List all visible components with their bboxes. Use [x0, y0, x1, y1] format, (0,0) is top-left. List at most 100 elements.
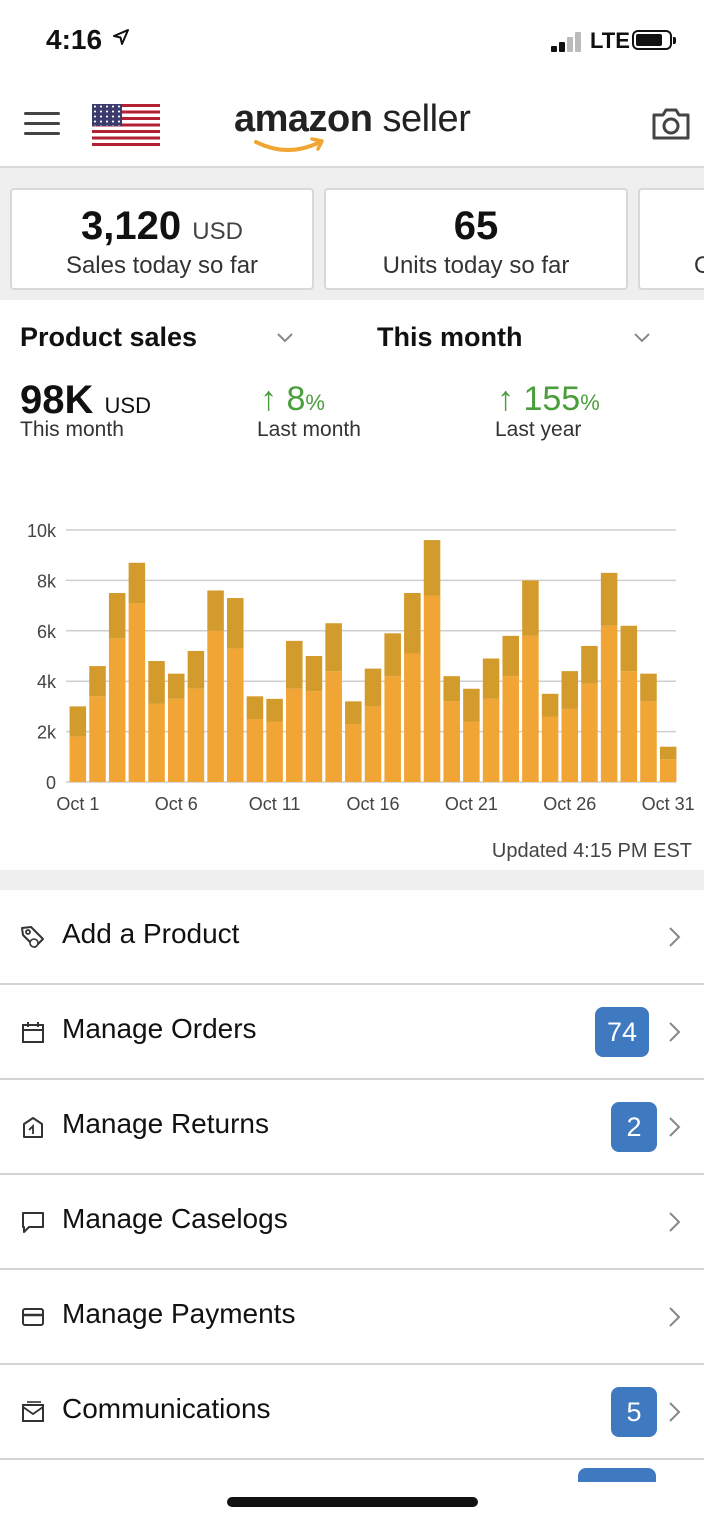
app-header: amazon seller — [0, 84, 704, 168]
bar-upper — [522, 580, 539, 636]
bar-lower — [226, 648, 244, 782]
amazon-smile-icon — [254, 137, 324, 152]
bar-lower — [541, 716, 559, 782]
period-dropdown[interactable]: This month — [377, 322, 522, 353]
chevron-right-icon — [669, 1022, 681, 1042]
status-time: 4:16 — [46, 24, 103, 55]
bar-upper — [423, 540, 441, 596]
bar-lower — [659, 759, 677, 782]
y-tick-label: 10k — [27, 521, 57, 541]
bar-lower — [286, 688, 303, 782]
bar-lower — [108, 638, 126, 782]
metric-dropdown[interactable]: Product sales — [20, 322, 197, 353]
home-indicator[interactable] — [227, 1497, 478, 1507]
card-icon — [22, 1308, 44, 1326]
sales-today-label: Sales today so far — [65, 252, 259, 279]
chevron-right-icon — [669, 1307, 681, 1327]
bar-upper — [187, 650, 205, 689]
bar-upper — [246, 696, 264, 719]
chevron-right-icon — [669, 1402, 681, 1422]
status-bar: 4:16 LTE — [0, 0, 704, 84]
signal-icon — [551, 32, 585, 52]
menu-manage-returns[interactable]: Manage Returns 2 — [0, 1080, 704, 1175]
bar-upper — [108, 593, 126, 639]
orders-count-badge: 74 — [595, 1007, 650, 1057]
bar-lower — [482, 698, 500, 782]
bar-lower — [581, 683, 598, 782]
bar-lower — [561, 708, 579, 782]
bar-upper — [502, 635, 520, 677]
message-icon — [22, 1212, 44, 1233]
bar-upper — [207, 590, 224, 631]
amazon-seller-logo: amazon seller — [234, 98, 471, 141]
menu-label: Manage Caselogs — [62, 1203, 288, 1234]
menu-add-product[interactable]: Add a Product — [0, 890, 704, 985]
bar-upper — [659, 746, 677, 760]
menu-manage-payments[interactable]: Manage Payments — [0, 1270, 704, 1365]
y-tick-label: 2k — [37, 723, 57, 743]
bar-lower — [502, 676, 520, 782]
bar-upper — [89, 666, 106, 697]
bar-lower — [404, 653, 421, 782]
bar-lower — [266, 721, 283, 782]
bar-upper — [482, 658, 500, 699]
bar-lower — [207, 630, 224, 782]
bar-upper — [364, 668, 382, 707]
bar-upper — [69, 706, 87, 737]
bar-upper — [541, 693, 559, 717]
location-arrow-icon — [112, 26, 130, 52]
bar-lower — [305, 691, 323, 782]
chevron-down-icon[interactable] — [633, 328, 651, 346]
y-tick-label: 0 — [46, 773, 56, 793]
menu-communications[interactable]: Communications 5 — [0, 1365, 704, 1460]
x-tick-label: Oct 1 — [56, 794, 99, 814]
menu-manage-caselogs[interactable]: Manage Caselogs — [0, 1175, 704, 1270]
up-arrow-icon: ↑ — [260, 380, 277, 418]
us-flag-icon[interactable] — [92, 104, 160, 146]
partial-card[interactable]: O — [638, 188, 704, 290]
bar-upper — [148, 661, 165, 704]
bar-upper — [305, 656, 323, 692]
return-box-icon — [23, 1117, 43, 1138]
tag-icon — [21, 926, 44, 948]
bar-upper — [384, 633, 401, 677]
updated-timestamp: Updated 4:15 PM EST — [491, 840, 692, 862]
menu-manage-orders[interactable]: Manage Orders 74 — [0, 985, 704, 1080]
chevron-right-icon — [669, 1117, 681, 1137]
bar-lower — [187, 688, 205, 782]
network-type: LTE — [590, 28, 630, 53]
x-tick-label: Oct 11 — [249, 794, 301, 814]
current-period-label: This month — [20, 418, 124, 441]
bar-lower — [423, 595, 441, 782]
chevron-down-icon[interactable] — [276, 328, 294, 346]
bar-lower — [167, 698, 185, 782]
camera-icon[interactable] — [650, 106, 692, 142]
menu-icon[interactable] — [24, 110, 60, 138]
bar-lower — [384, 676, 401, 782]
section-divider — [0, 870, 704, 890]
chevron-right-icon — [669, 927, 681, 947]
logo-text-seller: seller — [372, 98, 471, 140]
next-badge-peek — [578, 1468, 656, 1482]
returns-count-badge: 2 — [611, 1102, 657, 1152]
battery-icon — [632, 30, 676, 50]
current-sales-value: 98K USD — [20, 378, 151, 422]
bar-upper — [286, 640, 303, 689]
bar-upper — [345, 701, 362, 725]
bar-upper — [128, 562, 146, 604]
units-today-card[interactable]: 65 Units today so far — [324, 188, 628, 290]
chevron-right-icon — [669, 1212, 681, 1232]
last-year-change: ↑ 155% — [497, 380, 600, 418]
partial-card-label: O — [694, 252, 704, 279]
menu-label: Manage Returns — [62, 1108, 270, 1139]
last-month-change: ↑ 8% — [260, 380, 325, 418]
bar-lower — [128, 603, 146, 782]
action-menu: Add a Product Manage Orders 74 Manage Re… — [0, 890, 704, 1460]
sales-today-card[interactable]: 3,120 USD Sales today so far — [10, 188, 314, 290]
bar-lower — [443, 701, 460, 782]
bar-upper — [561, 671, 579, 709]
menu-label: Communications — [62, 1393, 271, 1424]
bar-lower — [364, 706, 382, 782]
sales-today-value: 3,120 USD — [81, 204, 243, 248]
units-today-label: Units today so far — [382, 252, 570, 279]
